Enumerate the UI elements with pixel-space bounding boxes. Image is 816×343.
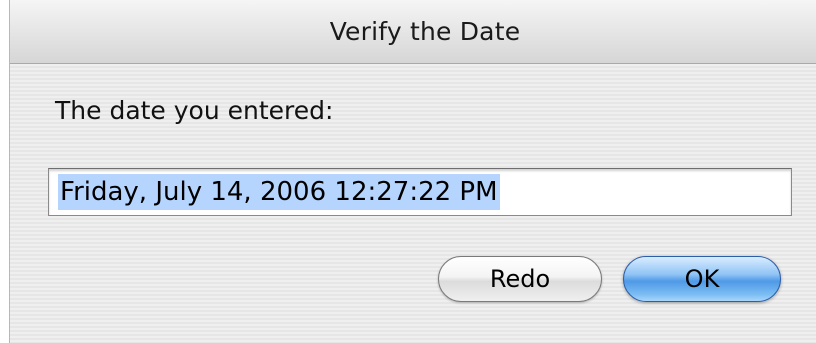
ok-button[interactable]: OK xyxy=(623,256,781,302)
title-bar[interactable]: Verify the Date xyxy=(10,0,816,64)
prompt-label: The date you entered: xyxy=(55,96,334,125)
dialog-title: Verify the Date xyxy=(329,17,521,46)
verify-date-dialog: Verify the Date The date you entered: Fr… xyxy=(9,0,816,343)
date-field-value[interactable]: Friday, July 14, 2006 12:27:22 PM xyxy=(58,174,500,210)
ok-button-label: OK xyxy=(684,265,720,293)
redo-button[interactable]: Redo xyxy=(438,256,602,302)
redo-button-label: Redo xyxy=(489,265,551,293)
date-text-field[interactable]: Friday, July 14, 2006 12:27:22 PM xyxy=(48,168,792,216)
